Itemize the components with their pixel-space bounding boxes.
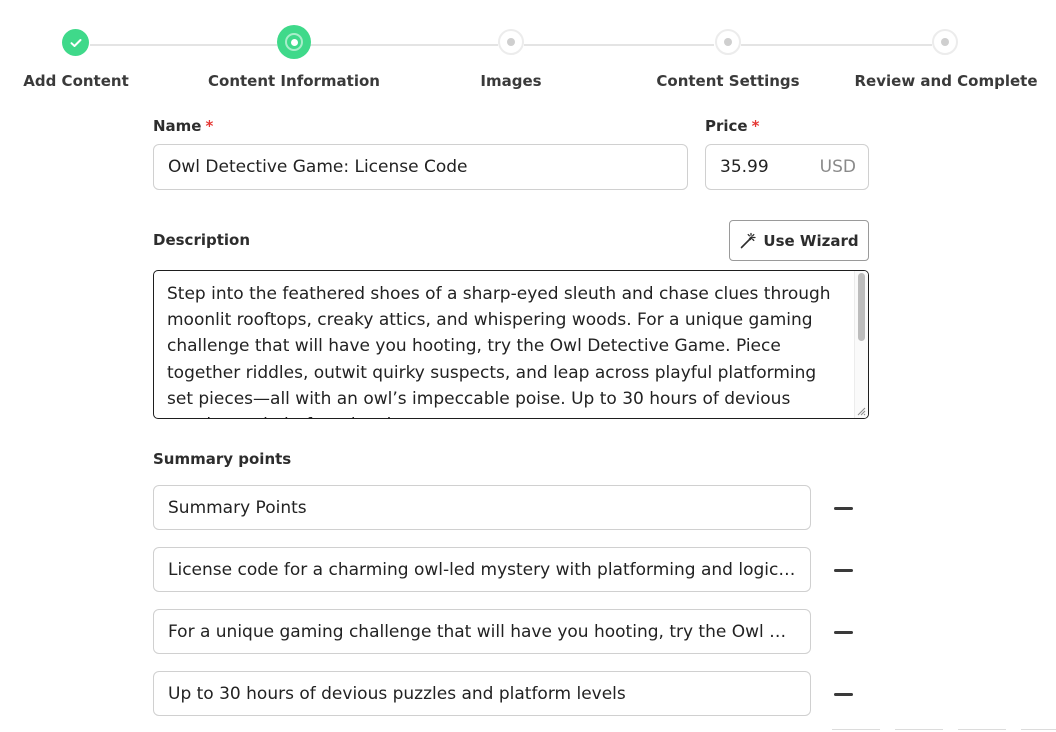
scrollbar-thumb[interactable] xyxy=(858,273,865,341)
step-label-images[interactable]: Images xyxy=(480,72,541,90)
price-required-marker: * xyxy=(751,117,760,135)
description-text: Step into the feathered shoes of a sharp… xyxy=(167,284,831,418)
description-textarea[interactable]: Step into the feathered shoes of a sharp… xyxy=(153,270,869,419)
stepper-line-1 xyxy=(90,44,277,46)
stepper-line-3 xyxy=(524,44,714,46)
step-4-pending-icon[interactable] xyxy=(715,29,741,55)
step-5-pending-icon[interactable] xyxy=(932,29,958,55)
remove-summary-point-1-button[interactable] xyxy=(831,496,855,520)
summary-point-input-3[interactable]: For a unique gaming challenge that will … xyxy=(153,609,811,654)
check-icon xyxy=(70,38,81,47)
progress-stepper: Add Content Content Information Images C… xyxy=(0,0,1056,100)
name-required-marker: * xyxy=(205,117,214,135)
magic-wand-icon xyxy=(741,232,757,248)
remove-summary-point-4-button[interactable] xyxy=(831,682,855,706)
step-2-active-icon[interactable] xyxy=(277,25,311,59)
price-input[interactable]: 35.99 USD xyxy=(705,144,869,190)
step-label-review-complete[interactable]: Review and Complete xyxy=(855,72,1038,90)
use-wizard-button[interactable]: Use Wizard xyxy=(729,220,869,261)
step-label-add-content[interactable]: Add Content xyxy=(23,72,129,90)
minus-icon xyxy=(833,630,853,634)
stepper-line-4 xyxy=(741,44,932,46)
remove-summary-point-3-button[interactable] xyxy=(831,620,855,644)
minus-icon xyxy=(833,568,853,572)
price-label: Price * xyxy=(705,117,760,135)
minus-icon xyxy=(833,692,853,696)
step-label-content-settings[interactable]: Content Settings xyxy=(656,72,799,90)
summary-points-label: Summary points xyxy=(153,450,292,468)
stepper-line-2 xyxy=(310,44,498,46)
name-label: Name * xyxy=(153,117,214,135)
step-label-content-information[interactable]: Content Information xyxy=(208,72,380,90)
description-scrollbar[interactable] xyxy=(854,271,868,418)
price-value: 35.99 xyxy=(720,157,769,177)
minus-icon xyxy=(833,506,853,510)
summary-point-input-4[interactable]: Up to 30 hours of devious puzzles and pl… xyxy=(153,671,811,716)
step-1-done-icon[interactable] xyxy=(62,29,89,56)
description-label: Description xyxy=(153,231,251,249)
summary-point-input-1[interactable]: Summary Points xyxy=(153,485,811,530)
name-input[interactable]: Owl Detective Game: License Code xyxy=(153,144,688,190)
summary-point-input-2[interactable]: License code for a charming owl-led myst… xyxy=(153,547,811,592)
remove-summary-point-2-button[interactable] xyxy=(831,558,855,582)
currency-suffix: USD xyxy=(819,157,856,177)
step-3-pending-icon[interactable] xyxy=(498,29,524,55)
resize-grip-icon[interactable] xyxy=(856,406,866,416)
